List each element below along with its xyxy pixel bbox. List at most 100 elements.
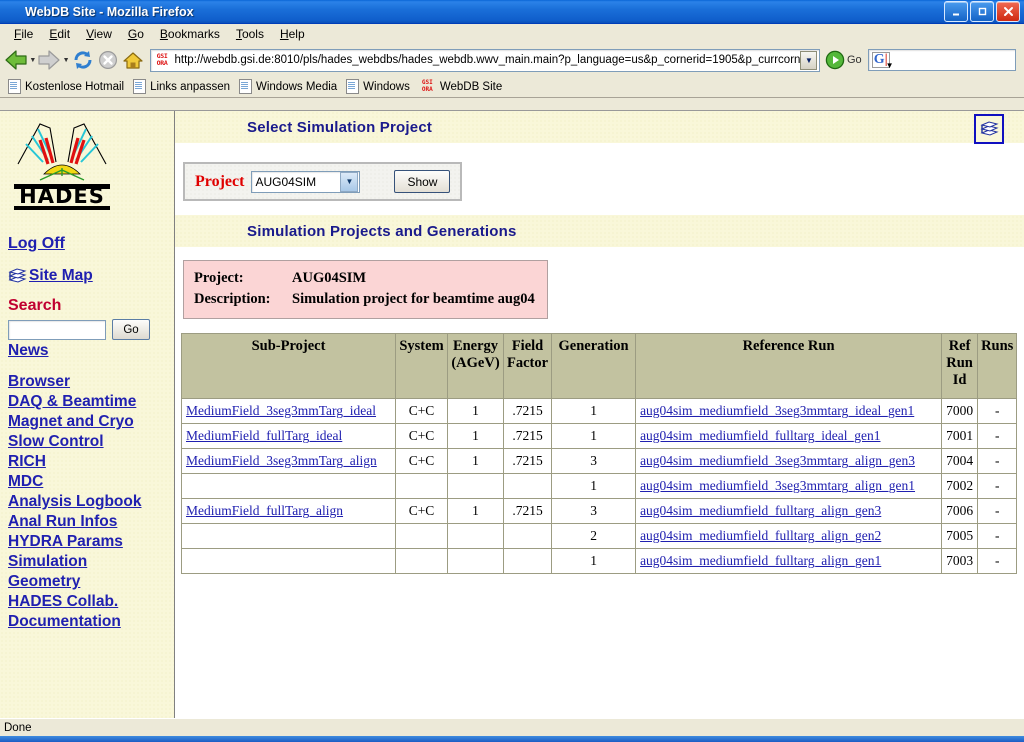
cell-reference-run-link[interactable]: aug04sim_mediumfield_fulltarg_align_gen2 (640, 528, 881, 543)
cell-reference-run[interactable]: aug04sim_mediumfield_3seg3mmtarg_ideal_g… (635, 398, 943, 424)
menu-edit[interactable]: Edit (41, 25, 78, 43)
menu-bookmarks[interactable]: Bookmarks (152, 25, 228, 43)
go-button[interactable] (824, 49, 845, 71)
cell-reference-run-link[interactable]: aug04sim_mediumfield_3seg3mmtarg_align_g… (640, 478, 915, 493)
stop-icon[interactable] (96, 47, 120, 73)
site-map-icon[interactable] (974, 114, 1004, 144)
title-bar: WebDB Site - Mozilla Firefox (0, 0, 1024, 24)
sidebar-link-hydra-params[interactable]: HYDRA Params (8, 532, 174, 552)
sidebar-site-map-row[interactable]: Site Map (8, 267, 174, 285)
bookmark-links-anpassen[interactable]: Links anpassen (131, 79, 237, 94)
sidebar-search-row: Go (8, 319, 174, 340)
forward-dropdown-icon[interactable]: ▼ (63, 47, 70, 73)
close-button[interactable] (996, 1, 1020, 22)
sidebar-link-hades-collab[interactable]: HADES Collab. (8, 592, 174, 612)
sidebar-link-site-map[interactable]: Site Map (29, 267, 93, 285)
window-title: WebDB Site - Mozilla Firefox (25, 4, 194, 19)
sidebar-link-log-off[interactable]: Log Off (8, 235, 174, 253)
sidebar-link-news[interactable]: News (8, 342, 174, 360)
bookmark-webdb-site[interactable]: GSI ORA WebDB Site (417, 79, 509, 94)
cell-reference-run-link[interactable]: aug04sim_mediumfield_3seg3mmtarg_ideal_g… (640, 403, 914, 418)
sidebar-link-mdc[interactable]: MDC (8, 472, 174, 492)
cell-runs: - (977, 498, 1018, 524)
sidebar-link-slow-control[interactable]: Slow Control (8, 432, 174, 452)
cell-sub-project-link[interactable]: MediumField_fullTarg_align (186, 503, 343, 518)
url-text: http://webdb.gsi.de:8010/pls/hades_webdb… (174, 54, 801, 66)
navigation-toolbar: ▼ ▼ GSI ORA http://webdb.gsi.de:8010/pls… (0, 45, 1024, 76)
cell-ref-run-id: 7004 (941, 448, 979, 474)
sidebar-search-input[interactable] (8, 319, 106, 340)
bookmarks-toolbar: Kostenlose Hotmail Links anpassen Window… (0, 76, 1024, 98)
bookmark-kostenlose-hotmail[interactable]: Kostenlose Hotmail (6, 79, 131, 94)
show-button[interactable]: Show (394, 170, 451, 193)
minimize-button[interactable] (944, 1, 968, 22)
url-bar[interactable]: GSI ORA http://webdb.gsi.de:8010/pls/hade… (149, 48, 821, 72)
project-select-form: Project AUG04SIM ▼ Show (183, 162, 463, 201)
cell-reference-run[interactable]: aug04sim_mediumfield_fulltarg_ideal_gen1 (635, 423, 943, 449)
project-select[interactable]: AUG04SIM ▼ (251, 170, 361, 193)
sidebar-link-daq-beamtime[interactable]: DAQ & Beamtime (8, 392, 174, 412)
sidebar-link-anal-run-infos[interactable]: Anal Run Infos (8, 512, 174, 532)
maximize-button[interactable] (970, 1, 994, 22)
cell-sub-project[interactable]: MediumField_3seg3mmTarg_ideal (181, 398, 396, 424)
table-row: 2 aug04sim_mediumfield_fulltarg_align_gen… (181, 523, 1018, 549)
cell-sub-project[interactable]: MediumField_3seg3mmTarg_align (181, 448, 396, 474)
menu-view[interactable]: View (78, 25, 120, 43)
home-icon[interactable] (121, 47, 145, 73)
menu-file[interactable]: File (6, 25, 41, 43)
cell-system: C+C (395, 398, 448, 424)
heading-band-projects-generations: Simulation Projects and Generations (175, 215, 1024, 248)
sidebar-link-documentation[interactable]: Documentation (8, 612, 174, 632)
forward-icon[interactable] (37, 47, 61, 73)
cell-field-factor: .7215 (502, 498, 553, 524)
page-icon (239, 79, 252, 94)
cell-reference-run-link[interactable]: aug04sim_mediumfield_3seg3mmtarg_align_g… (640, 453, 915, 468)
cell-system: C+C (395, 448, 448, 474)
col-sub-project: Sub-Project (181, 333, 396, 399)
cell-reference-run-link[interactable]: aug04sim_mediumfield_fulltarg_ideal_gen1 (640, 428, 880, 443)
sidebar-link-rich[interactable]: RICH (8, 452, 174, 472)
sidebar-link-magnet-and-cryo[interactable]: Magnet and Cryo (8, 412, 174, 432)
svg-text:HADES: HADES (19, 184, 105, 208)
bookmark-windows[interactable]: Windows (344, 79, 417, 94)
cell-sub-project-link[interactable]: MediumField_fullTarg_ideal (186, 428, 342, 443)
table-row: 1 aug04sim_mediumfield_3seg3mmtarg_align_… (181, 473, 1018, 499)
back-icon[interactable] (4, 47, 28, 73)
cell-sub-project-link[interactable]: MediumField_3seg3mmTarg_align (186, 453, 377, 468)
cell-reference-run[interactable]: aug04sim_mediumfield_3seg3mmtarg_align_g… (635, 448, 943, 474)
cell-reference-run[interactable]: aug04sim_mediumfield_3seg3mmtarg_align_g… (635, 473, 943, 499)
firefox-icon (4, 4, 20, 20)
bookmark-label: Windows (363, 80, 410, 93)
cell-sub-project-link[interactable]: MediumField_3seg3mmTarg_ideal (186, 403, 376, 418)
url-dropdown-icon[interactable]: ▼ (800, 50, 818, 70)
sidebar-link-analysis-logbook[interactable]: Analysis Logbook (8, 492, 174, 512)
cell-reference-run-link[interactable]: aug04sim_mediumfield_fulltarg_align_gen1 (640, 553, 881, 568)
cell-reference-run[interactable]: aug04sim_mediumfield_fulltarg_align_gen2 (635, 523, 943, 549)
project-info-label: Description: (194, 291, 271, 307)
menu-tools[interactable]: Tools (228, 25, 272, 43)
table-row: MediumField_3seg3mmTarg_align C+C 1.7215 3 a… (181, 448, 1018, 474)
search-input[interactable]: G| ▼ (867, 49, 1017, 71)
sidebar-link-browser[interactable]: Browser (8, 372, 174, 392)
sidebar-search-go-button[interactable]: Go (112, 319, 150, 340)
reload-icon[interactable] (71, 47, 95, 73)
cell-reference-run[interactable]: aug04sim_mediumfield_fulltarg_align_gen3 (635, 498, 943, 524)
cell-sub-project[interactable]: MediumField_fullTarg_align (181, 498, 396, 524)
sidebar: HADES Log Off Site Map Search Go News Br… (0, 111, 175, 718)
sidebar-link-geometry[interactable]: Geometry (8, 572, 174, 592)
gsi-ora-icon: GSI ORA (421, 79, 433, 93)
sidebar-link-simulation[interactable]: Simulation (8, 552, 174, 572)
main-content: Select Simulation Project Project AUG04S… (175, 111, 1024, 718)
cell-runs: - (977, 473, 1018, 499)
status-text: Done (4, 722, 32, 734)
menu-go[interactable]: Go (120, 25, 152, 43)
back-dropdown-icon[interactable]: ▼ (29, 47, 36, 73)
cell-sub-project[interactable]: MediumField_fullTarg_ideal (181, 423, 396, 449)
heading-band-select-project: Select Simulation Project (175, 111, 1024, 144)
cell-reference-run-link[interactable]: aug04sim_mediumfield_fulltarg_align_gen3 (640, 503, 881, 518)
cell-reference-run[interactable]: aug04sim_mediumfield_fulltarg_align_gen1 (635, 548, 943, 574)
bookmark-windows-media[interactable]: Windows Media (237, 79, 344, 94)
cell-generation: 1 (551, 398, 637, 424)
menu-help[interactable]: Help (272, 25, 313, 43)
gsi-ora-icon: GSI ORA (152, 52, 172, 68)
